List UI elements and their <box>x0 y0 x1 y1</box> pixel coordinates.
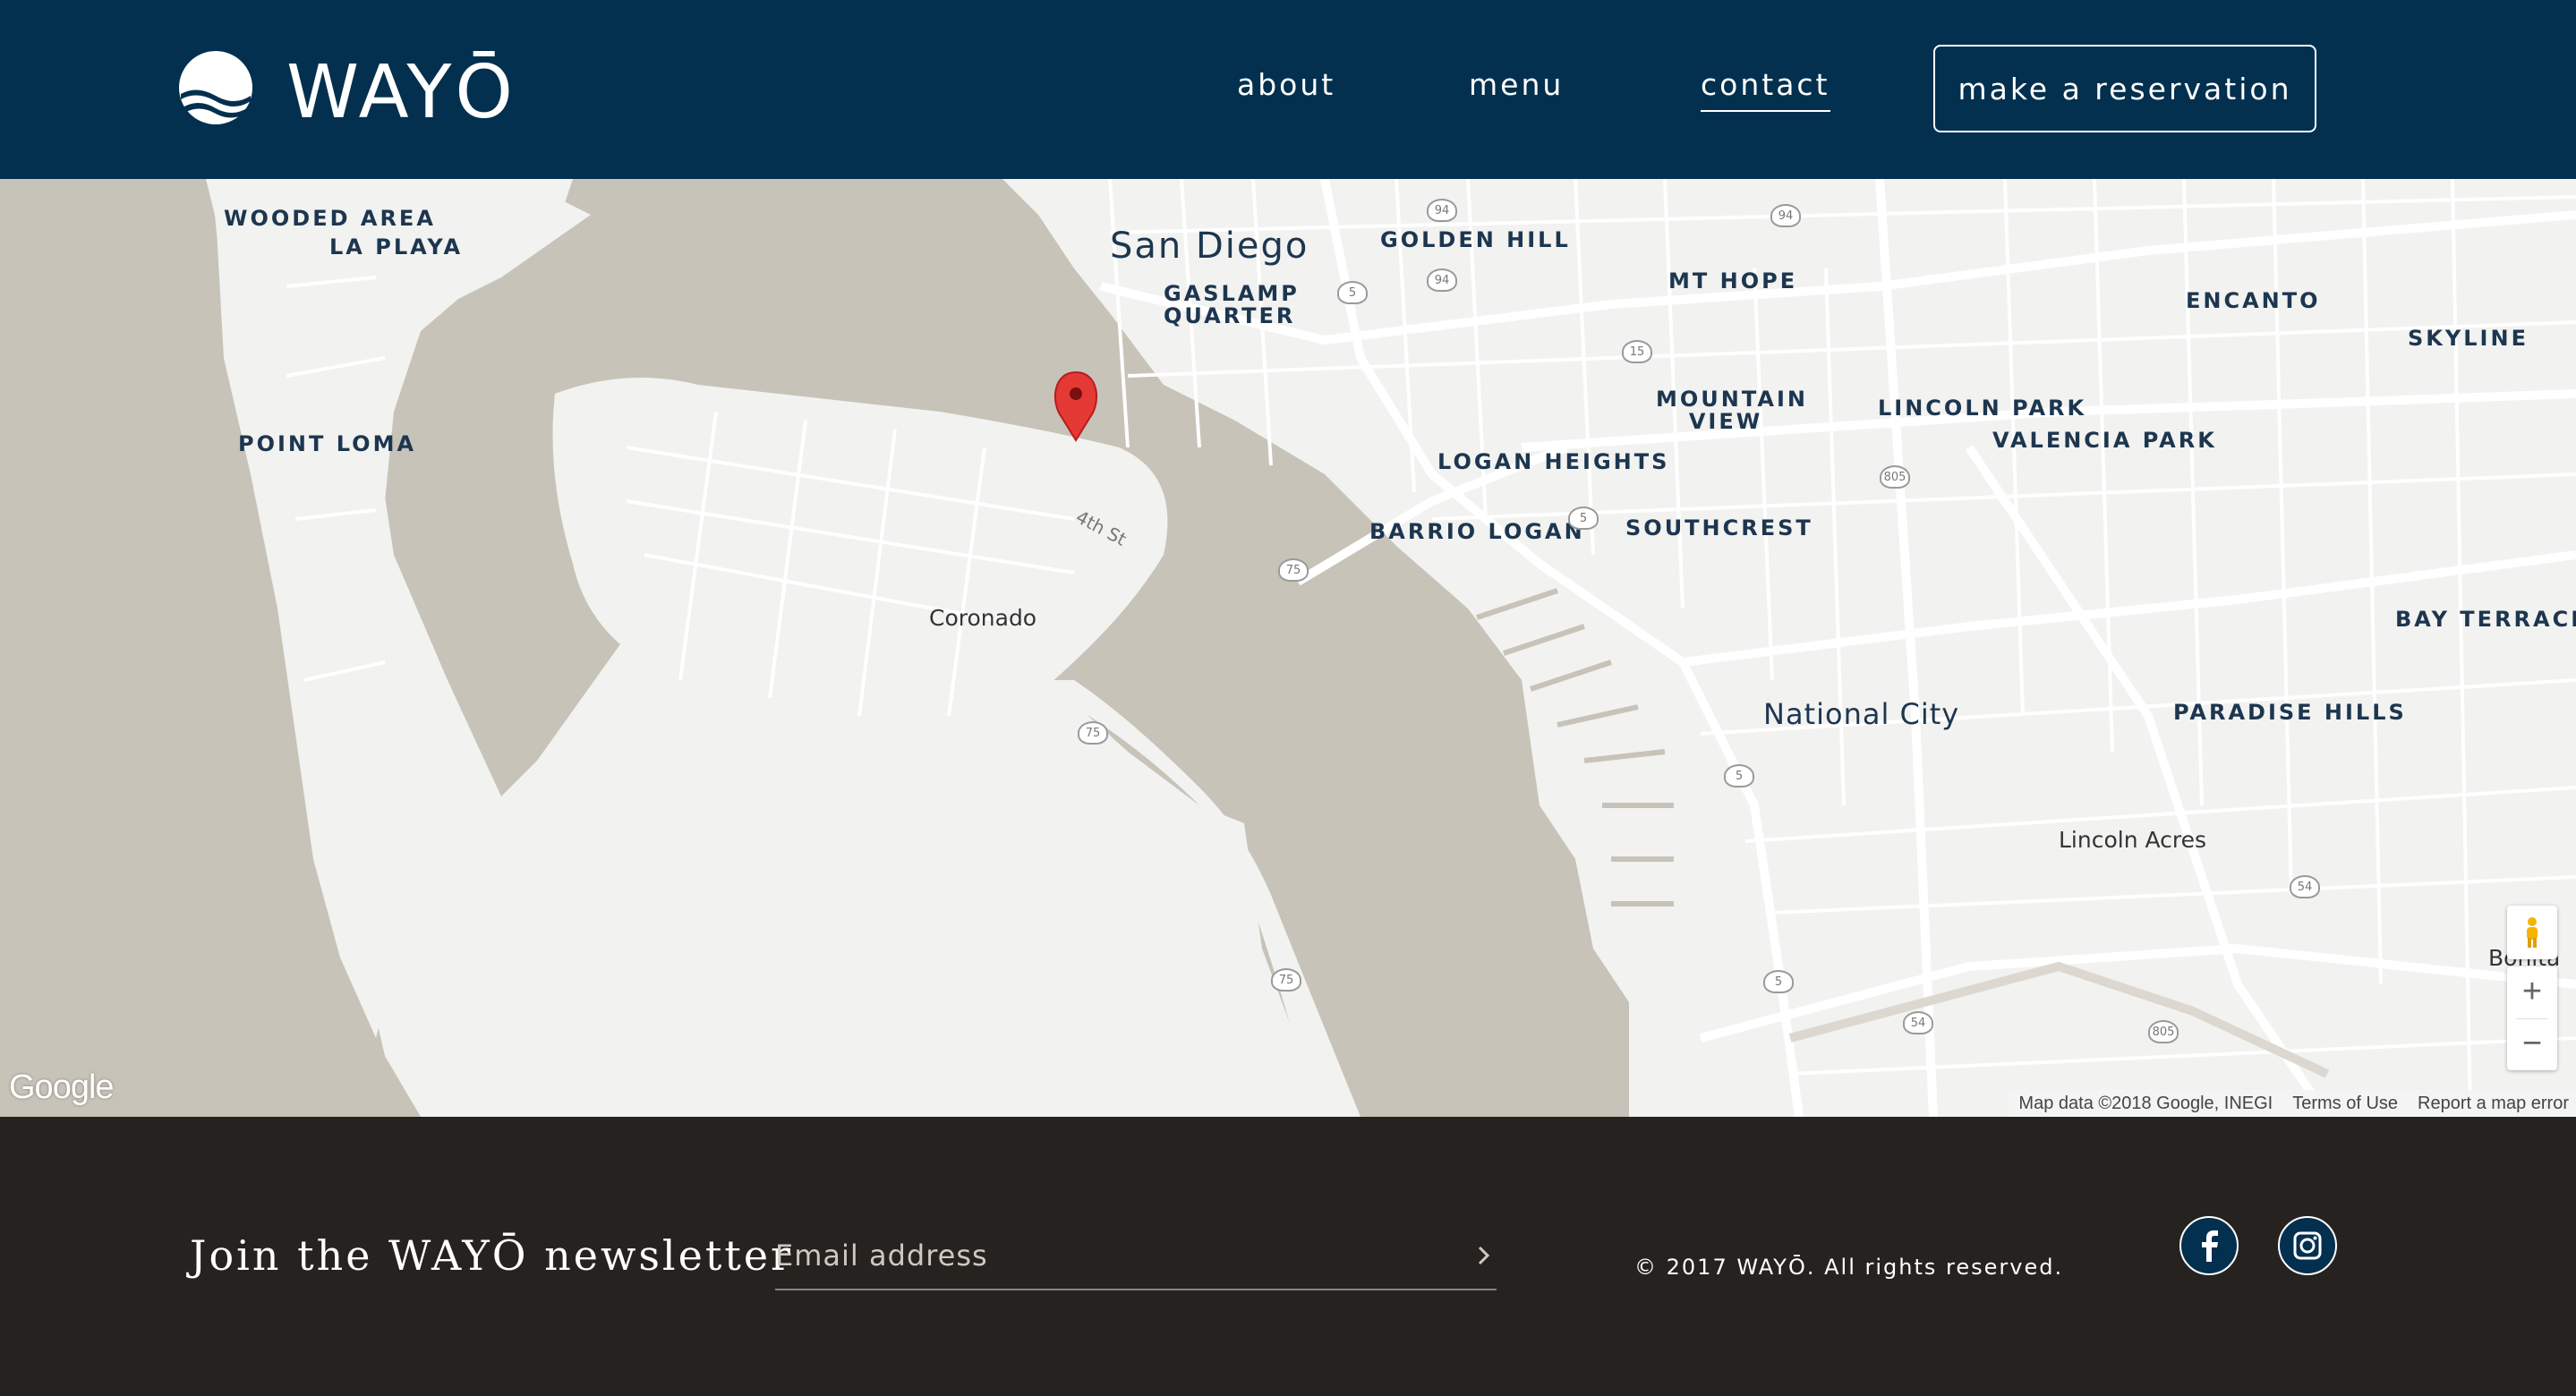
highway-shield: 5 <box>1337 281 1368 304</box>
map-label-barrio-logan: BARRIO LOGAN <box>1369 519 1585 544</box>
nav-contact[interactable]: contact <box>1701 70 1830 112</box>
nav-menu[interactable]: menu <box>1469 70 1564 99</box>
highway-shield: 75 <box>1278 558 1309 582</box>
map-label-point-loma: POINT LOMA <box>238 431 417 456</box>
logo-text: WAYŌ <box>286 50 516 135</box>
logo[interactable]: WAYŌ <box>177 49 553 130</box>
highway-shield: 5 <box>1763 970 1794 993</box>
nav-about[interactable]: about <box>1237 70 1335 99</box>
map-label-coronado: Coronado <box>929 605 1037 631</box>
chevron-right-icon[interactable] <box>1470 1242 1497 1269</box>
newsletter-form <box>775 1224 1497 1290</box>
highway-shield: 54 <box>2290 875 2320 898</box>
map-label-la-playa: LA PLAYA <box>329 234 464 260</box>
email-input[interactable] <box>775 1224 1437 1287</box>
map-label-gaslamp-quarter: GASLAMP QUARTER <box>1164 281 1300 329</box>
map-label-mountain-view: MOUNTAIN VIEW <box>1656 387 1808 435</box>
location-map[interactable]: WOODED AREA LA PLAYA POINT LOMA San Dieg… <box>0 179 2576 1117</box>
highway-shield: 805 <box>2148 1020 2179 1043</box>
highway-shield: 75 <box>1078 721 1108 745</box>
map-label-san-diego: San Diego <box>1110 226 1309 267</box>
map-label-mt-hope: MT HOPE <box>1668 268 1798 294</box>
highway-shield: 94 <box>1770 204 1801 227</box>
highway-shield: 15 <box>1622 340 1652 363</box>
map-attribution: Map data ©2018 Google, INEGI Terms of Us… <box>2008 1090 2576 1117</box>
map-label-encanto: ENCANTO <box>2186 288 2321 313</box>
highway-shield: 5 <box>1568 506 1599 530</box>
map-zoom-control: + − <box>2507 966 2557 1070</box>
map-label-paradise-hills: PARADISE HILLS <box>2173 700 2407 725</box>
highway-shield: 75 <box>1271 968 1301 992</box>
map-data-credit: Map data ©2018 Google, INEGI <box>2018 1093 2273 1113</box>
zoom-out-button[interactable]: − <box>2507 1018 2557 1068</box>
map-label-national-city: National City <box>1763 697 1960 731</box>
report-map-error-link[interactable]: Report a map error <box>2418 1094 2569 1114</box>
terms-of-use-link[interactable]: Terms of Use <box>2292 1094 2398 1114</box>
map-label-logan-heights: LOGAN HEIGHTS <box>1437 449 1670 474</box>
instagram-icon[interactable] <box>2277 1215 2338 1276</box>
highway-shield: 5 <box>1724 764 1754 787</box>
facebook-icon[interactable] <box>2179 1215 2239 1276</box>
map-label-bay-terraces: BAY TERRACES <box>2395 607 2576 632</box>
logo-mark-icon <box>179 51 252 124</box>
highway-shield: 805 <box>1880 465 1910 489</box>
highway-shield: 94 <box>1427 199 1457 222</box>
map-label-skyline: SKYLINE <box>2408 326 2529 351</box>
pegman-icon <box>2527 917 2538 948</box>
map-label-lincoln-park: LINCOLN PARK <box>1878 396 2087 421</box>
zoom-in-button[interactable]: + <box>2507 966 2557 1017</box>
site-header: WAYŌ about menu contact make a reservati… <box>0 0 2576 179</box>
map-label-golden-hill: GOLDEN HILL <box>1380 227 1571 252</box>
site-footer: Join the WAYŌ newsletter © 2017 WAYŌ. Al… <box>0 1117 2576 1396</box>
highway-shield: 94 <box>1427 268 1457 292</box>
street-view-pegman-button[interactable] <box>2507 906 2557 959</box>
make-reservation-button[interactable]: make a reservation <box>1933 45 2316 132</box>
highway-shield: 54 <box>1903 1011 1933 1034</box>
google-logo[interactable]: Google <box>9 1068 115 1107</box>
newsletter-title: Join the WAYŌ newsletter <box>190 1231 794 1280</box>
map-label-lincoln-acres: Lincoln Acres <box>2059 827 2207 853</box>
copyright-text: © 2017 WAYŌ. All rights reserved. <box>1634 1255 2064 1280</box>
map-label-valencia-park: VALENCIA PARK <box>1992 428 2217 453</box>
map-label-wooded-area: WOODED AREA <box>224 206 436 231</box>
map-label-southcrest: SOUTHCREST <box>1625 515 1813 541</box>
